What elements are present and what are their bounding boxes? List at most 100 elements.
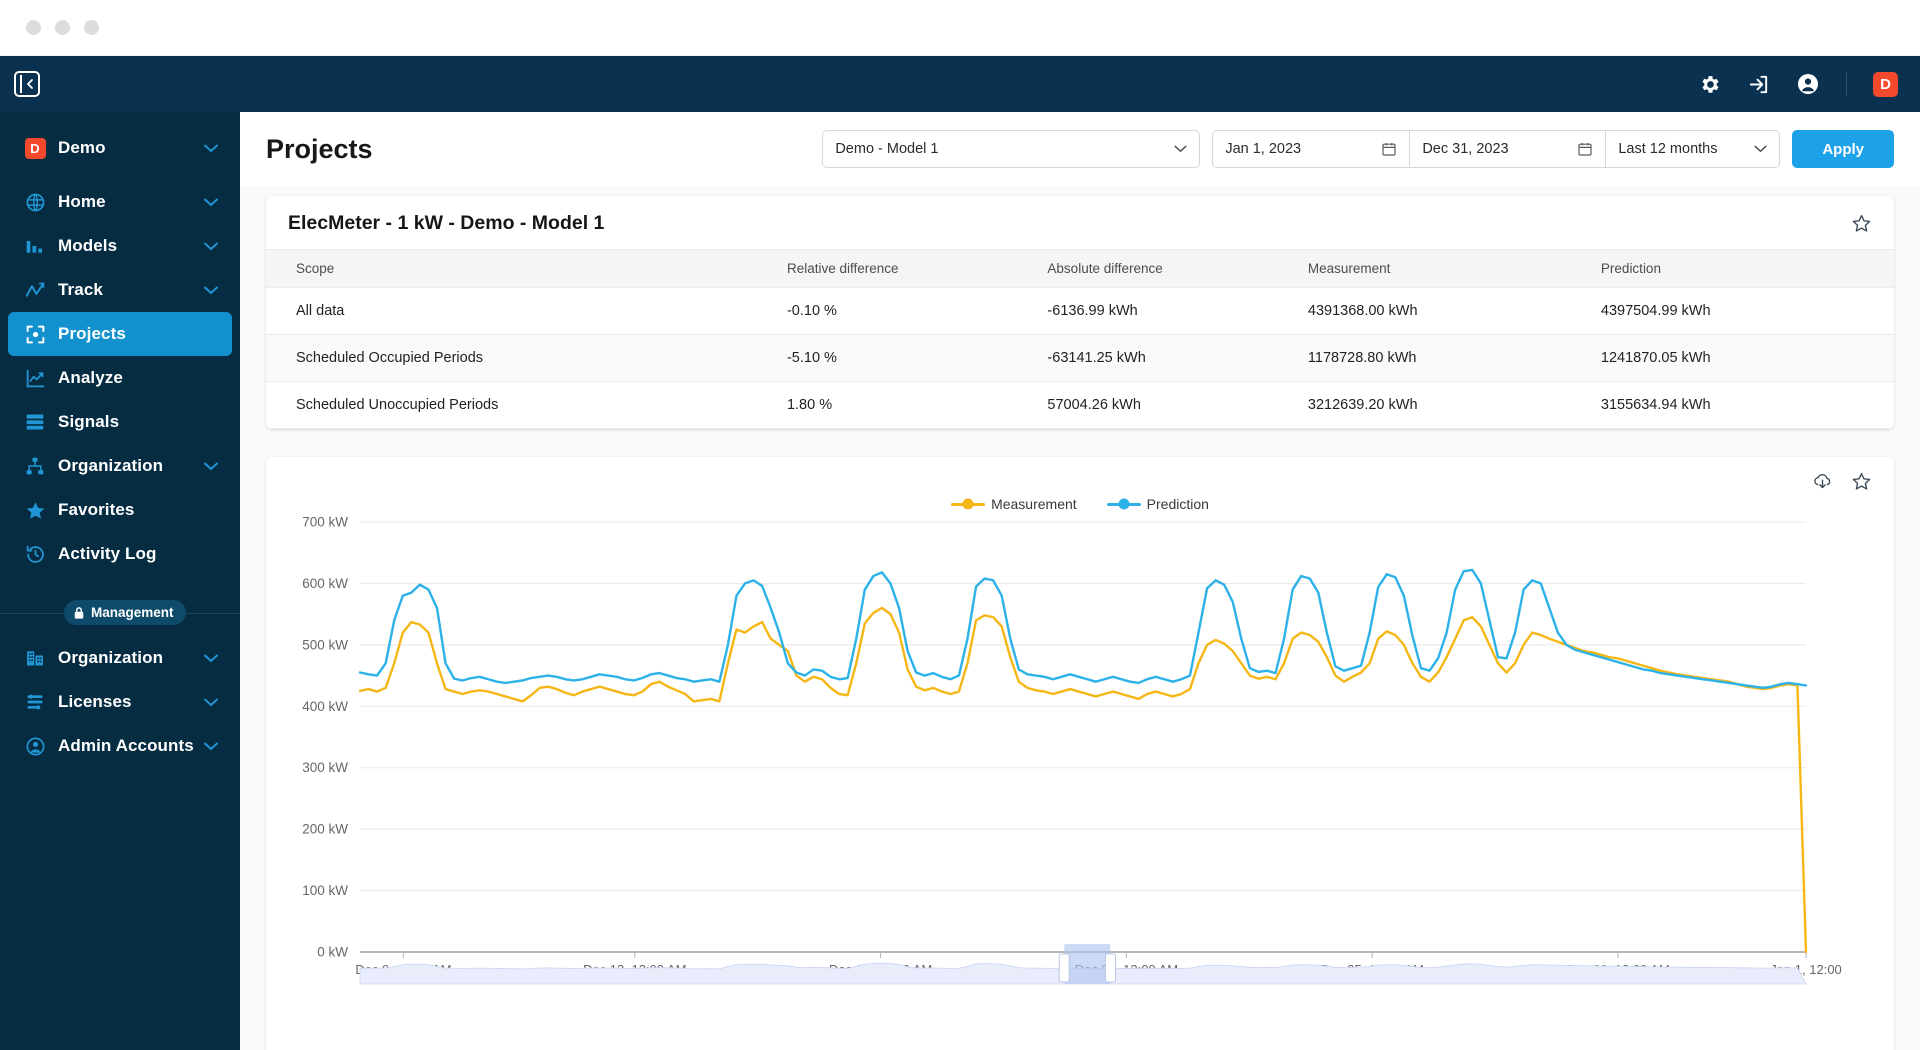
history-icon: [22, 544, 48, 565]
cell-prediction: 1241870.05 kWh: [1600, 334, 1894, 382]
window-close-dot[interactable]: [26, 20, 41, 35]
cell-absolute-difference: 57004.26 kWh: [1047, 381, 1308, 429]
start-date-value: Jan 1, 2023: [1225, 141, 1302, 157]
table-row[interactable]: All data -0.10 % -6136.99 kWh 4391368.00…: [266, 287, 1894, 335]
chart-area: Measurement Prediction 0 kW 100 kW 200 kW 3…: [266, 492, 1894, 1029]
sidebar-item-models[interactable]: Models: [8, 224, 232, 268]
series-line-prediction: [358, 568, 1808, 690]
brush-handle[interactable]: [1104, 953, 1116, 983]
cell-measurement: 1178728.80 kWh: [1307, 334, 1601, 382]
end-date-input[interactable]: Dec 31, 2023: [1410, 130, 1607, 168]
sidebar-item-label-home: Home: [58, 192, 106, 211]
table-row[interactable]: Scheduled Unoccupied Periods 1.80 % 5700…: [266, 381, 1894, 429]
legend-label-measurement: Measurement: [991, 496, 1077, 512]
sidebar-item-label-organization: Organization: [58, 456, 164, 475]
start-date-input[interactable]: Jan 1, 2023: [1212, 130, 1411, 168]
col-measurement: Measurement: [1307, 249, 1601, 288]
cell-relative-difference: -5.10 %: [786, 334, 1048, 382]
summary-card-actions: [1851, 213, 1872, 234]
target-frame-icon: [22, 324, 48, 345]
cell-measurement: 3212639.20 kWh: [1307, 381, 1601, 429]
chevron-down-icon[interactable]: [204, 286, 218, 295]
collapse-sidebar-icon[interactable]: [14, 71, 40, 97]
header-divider: [1846, 71, 1847, 97]
model-select[interactable]: Demo - Model 1: [822, 130, 1201, 168]
table-row[interactable]: Scheduled Occupied Periods -5.10 % -6314…: [266, 334, 1894, 382]
management-divider: Management: [0, 590, 240, 636]
window-maximize-dot[interactable]: [84, 20, 99, 35]
account-circle-icon: [22, 736, 48, 757]
summary-table-head: Scope Relative difference Absolute diffe…: [266, 249, 1894, 288]
sidebar-item-admin-organization[interactable]: Organization: [8, 636, 232, 680]
chevron-down-icon[interactable]: [204, 654, 218, 663]
sidebar-item-label-favorites: Favorites: [58, 500, 135, 519]
sidebar-item-licenses[interactable]: Licenses: [8, 680, 232, 724]
gear-icon[interactable]: [1698, 73, 1721, 96]
login-icon[interactable]: [1747, 73, 1770, 96]
col-scope: Scope: [266, 249, 787, 288]
cell-relative-difference: 1.80 %: [786, 381, 1048, 429]
cell-scope: All data: [266, 287, 787, 335]
range-preset-select[interactable]: Last 12 months: [1606, 130, 1781, 168]
page-toolbar: Projects Demo - Model 1 Jan 1, 2023 Dec …: [240, 112, 1920, 186]
chevron-down-icon[interactable]: [204, 198, 218, 207]
table-header-row: Scope Relative difference Absolute diffe…: [266, 249, 1894, 288]
legend-item-measurement[interactable]: Measurement: [951, 496, 1077, 512]
avatar[interactable]: D: [1873, 71, 1898, 97]
sidebar-item-track[interactable]: Track: [8, 268, 232, 312]
chevron-down-icon: [1174, 145, 1187, 153]
chevron-down-icon[interactable]: [204, 742, 218, 751]
cloud-download-icon[interactable]: [1812, 471, 1833, 492]
y-axis-tick-label: 100 kW: [302, 883, 348, 898]
building-icon: [22, 648, 48, 668]
y-axis-tick-label: 200 kW: [302, 822, 348, 837]
sidebar-item-signals[interactable]: Signals: [8, 400, 232, 444]
star-icon[interactable]: [1851, 213, 1872, 234]
sidebar-item-admin-accounts[interactable]: Admin Accounts: [8, 724, 232, 768]
chart-card-header: [266, 457, 1894, 492]
col-prediction: Prediction: [1600, 249, 1894, 288]
star-icon[interactable]: [1851, 471, 1872, 492]
sidebar-item-projects[interactable]: Projects: [8, 312, 232, 356]
cell-scope: Scheduled Occupied Periods: [266, 334, 787, 382]
calendar-icon[interactable]: [1381, 141, 1397, 157]
timeseries-plot[interactable]: 0 kW 100 kW 200 kW 300 kW 400 kW 500 kW 600 kW…: [288, 504, 1848, 1024]
legend-swatch-prediction: [1106, 502, 1141, 506]
brush-handle[interactable]: [1058, 953, 1070, 983]
chart-card-actions: [1812, 471, 1872, 492]
brand-badge-letter: D: [24, 137, 46, 159]
end-date-value: Dec 31, 2023: [1422, 141, 1509, 157]
sidebar-item-label-admin-organization: Organization: [58, 648, 164, 667]
page-content: ElecMeter - 1 kW - Demo - Model 1 Scope …: [240, 186, 1920, 1050]
legend-label-prediction: Prediction: [1146, 496, 1209, 512]
legend-item-prediction[interactable]: Prediction: [1106, 496, 1209, 512]
sidebar-item-home[interactable]: Home: [8, 180, 232, 224]
y-axis-tick-label: 0 kW: [317, 945, 348, 960]
y-axis-tick-label: 700 kW: [302, 515, 348, 530]
cell-absolute-difference: -6136.99 kWh: [1047, 287, 1308, 335]
cell-prediction: 3155634.94 kWh: [1600, 381, 1894, 429]
calendar-icon[interactable]: [1577, 141, 1593, 157]
chevron-down-icon[interactable]: [204, 242, 218, 251]
globe-icon: [22, 192, 48, 213]
management-badge: Management: [64, 600, 186, 625]
star-icon: [22, 500, 48, 521]
org-tree-icon: [22, 456, 48, 476]
sidebar-item-analyze[interactable]: Analyze: [8, 356, 232, 400]
apply-button[interactable]: Apply: [1792, 130, 1894, 168]
sidebar-nav: D Demo Home Models Track Projects Analyz…: [0, 112, 240, 768]
analytics-icon: [22, 368, 48, 389]
summary-table-card: ElecMeter - 1 kW - Demo - Model 1 Scope …: [266, 196, 1894, 429]
chevron-down-icon[interactable]: [204, 462, 218, 471]
sidebar-item-organization[interactable]: Organization: [8, 444, 232, 488]
summary-table-body: All data -0.10 % -6136.99 kWh 4391368.00…: [266, 287, 1894, 429]
chevron-down-icon[interactable]: [204, 698, 218, 707]
chevron-down-icon[interactable]: [204, 144, 218, 153]
sidebar-item-favorites[interactable]: Favorites: [8, 488, 232, 532]
signals-icon: [22, 412, 48, 432]
y-axis-tick-label: 500 kW: [302, 637, 348, 652]
window-minimize-dot[interactable]: [55, 20, 70, 35]
sidebar-item-activity-log[interactable]: Activity Log: [8, 532, 232, 576]
account-circle-icon[interactable]: [1796, 72, 1820, 96]
sidebar-item-demo-workspace[interactable]: D Demo: [8, 126, 232, 170]
